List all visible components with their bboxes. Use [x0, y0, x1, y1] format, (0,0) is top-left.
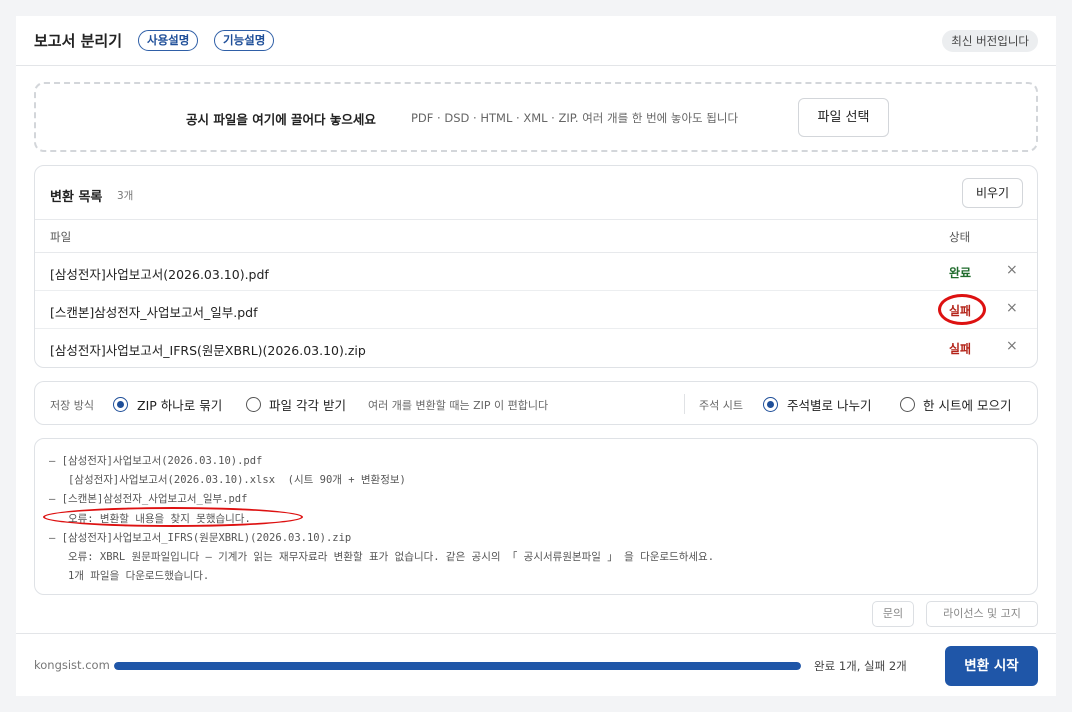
file-name: [삼성전자]사업보고서_IFRS(원문XBRL)(2026.03.10).zip [50, 343, 366, 358]
save-mode-label: 저장 방식 [50, 399, 94, 412]
remove-icon[interactable]: × [1006, 262, 1018, 278]
license-button[interactable]: 라이선스 및 고지 [926, 601, 1038, 627]
file-dropzone[interactable]: 공시 파일을 여기에 끌어다 놓으세요 PDF · DSD · HTML · X… [34, 82, 1038, 152]
annotation-circle [43, 507, 303, 527]
start-conversion-button[interactable]: 변환 시작 [945, 646, 1038, 686]
dropzone-hint: PDF · DSD · HTML · XML · ZIP. 여러 개를 한 번에… [411, 111, 739, 125]
status-badge: 완료 [949, 266, 972, 280]
progress-status: 완료 1개, 실패 2개 [814, 659, 907, 673]
log-line: 오류: XBRL 원문파일입니다 — 기계가 읽는 재무자료라 변환할 표가 없… [49, 551, 715, 563]
conversion-list: 변환 목록 3개 비우기 파일 상태 [삼성전자]사업보고서(2026.03.1… [34, 165, 1038, 368]
log-line: [삼성전자]사업보고서(2026.03.10).xlsx (시트 90개 + 변… [49, 474, 406, 486]
status-badge: 실패 [949, 342, 972, 356]
contact-button[interactable]: 문의 [872, 601, 914, 627]
save-mode-hint: 여러 개를 변환할 때는 ZIP 이 편합니다 [368, 399, 549, 412]
progress-fill [114, 662, 801, 670]
list-row: [스캔본]삼성전자_사업보고서_일부.pdf 실패 × [35, 291, 1037, 329]
list-count: 3개 [117, 190, 134, 202]
select-file-button[interactable]: 파일 선택 [798, 98, 889, 137]
column-status: 상태 [949, 230, 971, 244]
site-domain: kongsist.com [34, 658, 110, 672]
save-each-label[interactable]: 파일 각각 받기 [269, 395, 346, 414]
log-line: 1개 파일을 다운로드했습니다. [49, 570, 210, 582]
divider [684, 394, 685, 414]
notes-merge-radio[interactable] [900, 397, 915, 412]
header: 보고서 분리기 사용설명 기능설명 최신 버전입니다 [16, 16, 1056, 66]
save-zip-label[interactable]: ZIP 하나로 묶기 [137, 395, 222, 414]
app-title: 보고서 분리기 [34, 32, 123, 50]
guide-button[interactable]: 사용설명 [138, 30, 199, 51]
column-file: 파일 [50, 230, 72, 244]
notes-merge-label[interactable]: 한 시트에 모으기 [923, 395, 1011, 414]
log-line: — [삼성전자]사업보고서_IFRS(원문XBRL)(2026.03.10).z… [49, 532, 352, 544]
bottom-bar: kongsist.com 완료 1개, 실패 2개 변환 시작 [16, 633, 1056, 696]
log-line: — [삼성전자]사업보고서(2026.03.10).pdf [49, 455, 263, 467]
list-row: [삼성전자]사업보고서_IFRS(원문XBRL)(2026.03.10).zip… [35, 329, 1037, 367]
notes-sheet-label: 주석 시트 [699, 399, 743, 412]
file-name: [스캔본]삼성전자_사업보고서_일부.pdf [50, 305, 258, 320]
list-header: 변환 목록 3개 비우기 [35, 166, 1037, 220]
notes-split-label[interactable]: 주석별로 나누기 [787, 395, 871, 414]
remove-icon[interactable]: × [1006, 338, 1018, 354]
list-row: [삼성전자]사업보고서(2026.03.10).pdf 완료 × [35, 253, 1037, 291]
notes-split-radio[interactable] [763, 397, 778, 412]
log-panel: — [삼성전자]사업보고서(2026.03.10).pdf [삼성전자]사업보고… [34, 438, 1038, 595]
remove-icon[interactable]: × [1006, 300, 1018, 316]
options-bar: 저장 방식 ZIP 하나로 묶기 파일 각각 받기 여러 개를 변환할 때는 Z… [34, 381, 1038, 425]
save-each-radio[interactable] [246, 397, 261, 412]
file-name: [삼성전자]사업보고서(2026.03.10).pdf [50, 267, 269, 282]
list-column-header: 파일 상태 [35, 220, 1037, 253]
progress-bar [114, 662, 801, 670]
app-window: 보고서 분리기 사용설명 기능설명 최신 버전입니다 공시 파일을 여기에 끌어… [16, 16, 1056, 696]
status-badge: 실패 [949, 304, 972, 318]
log-line: — [스캔본]삼성전자_사업보고서_일부.pdf [49, 493, 248, 505]
list-title: 변환 목록 [50, 190, 103, 205]
features-button[interactable]: 기능설명 [214, 30, 275, 51]
version-badge: 최신 버전입니다 [942, 30, 1038, 52]
dropzone-title: 공시 파일을 여기에 끌어다 놓으세요 [186, 112, 376, 127]
clear-list-button[interactable]: 비우기 [962, 178, 1023, 208]
save-zip-radio[interactable] [113, 397, 128, 412]
